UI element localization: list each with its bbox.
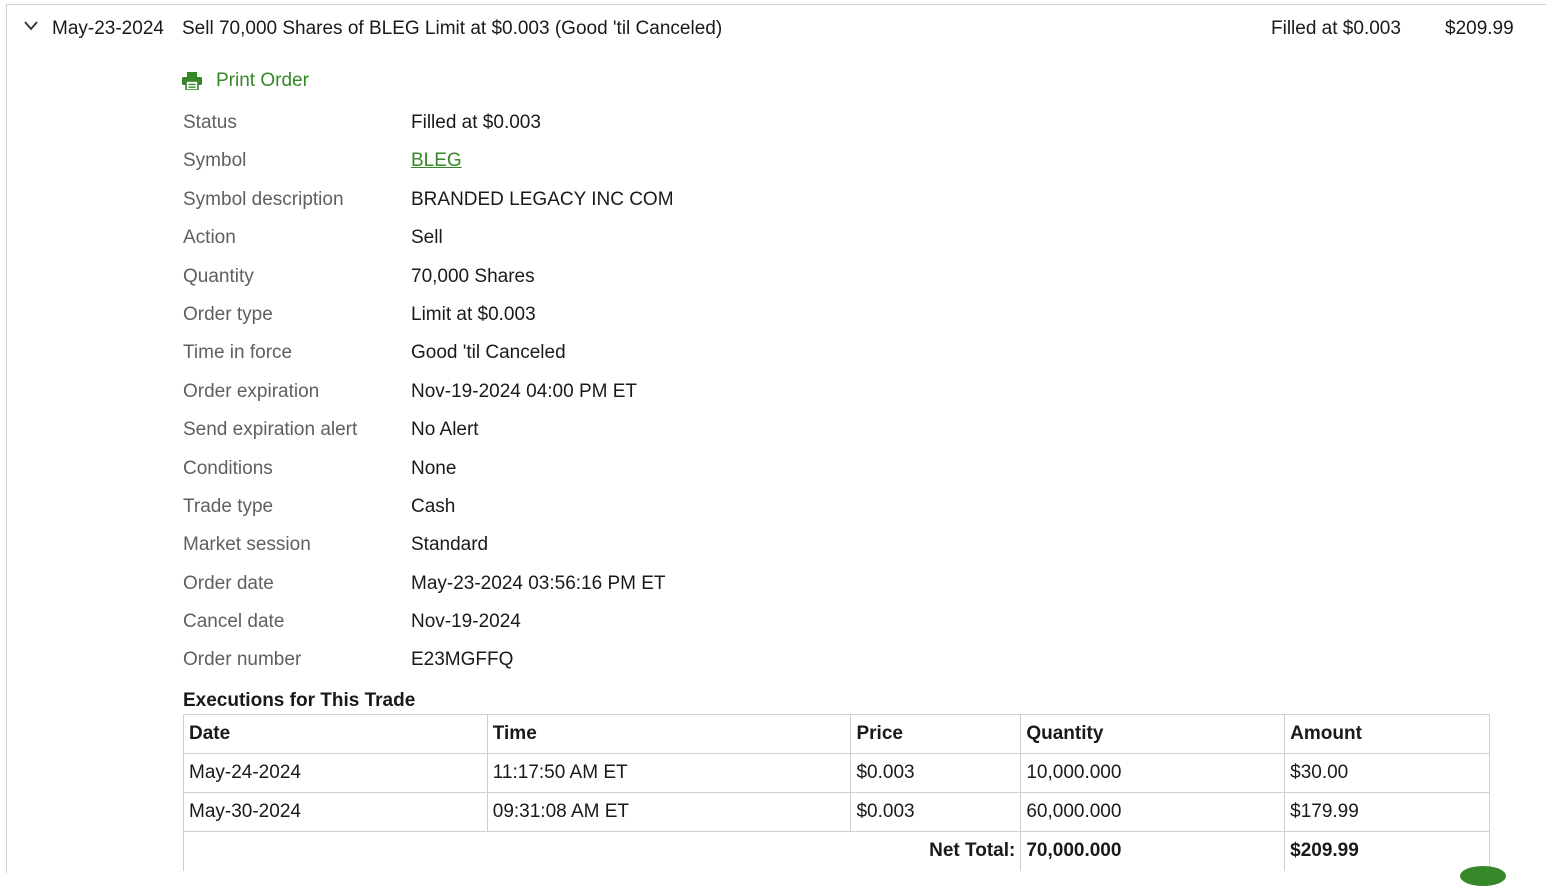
detail-value: 70,000 Shares — [411, 265, 535, 287]
chat-bubble-icon[interactable] — [1460, 866, 1506, 886]
execution-time: 09:31:08 AM ET — [486, 792, 852, 832]
detail-row-order-number: Order number E23MGFFQ — [183, 642, 883, 680]
detail-row-cancel-date: Cancel date Nov-19-2024 — [183, 604, 883, 642]
detail-row-order-type: Order type Limit at $0.003 — [183, 297, 883, 335]
order-details: Status Filled at $0.003 Symbol BLEG Symb… — [183, 105, 883, 681]
detail-value: None — [411, 457, 457, 479]
detail-row-quantity: Quantity 70,000 Shares — [183, 259, 883, 297]
table-row: May-24-2024 11:17:50 AM ET $0.003 10,000… — [183, 753, 1490, 793]
detail-value: BRANDED LEGACY INC COM — [411, 188, 674, 210]
detail-label: Symbol — [183, 150, 247, 172]
detail-row-conditions: Conditions None — [183, 451, 883, 489]
detail-value: Cash — [411, 495, 456, 517]
executions-title: Executions for This Trade — [183, 690, 416, 711]
column-header-time: Time — [486, 714, 852, 754]
detail-value: E23MGFFQ — [411, 649, 514, 671]
column-header-date: Date — [183, 714, 488, 754]
symbol-link[interactable]: BLEG — [411, 150, 462, 172]
order-status-header: Filled at $0.003 — [1271, 18, 1401, 39]
detail-value: Standard — [411, 534, 489, 556]
detail-label: Cancel date — [183, 611, 285, 633]
detail-row-trade-type: Trade type Cash — [183, 489, 883, 527]
detail-row-order-date: Order date May-23-2024 03:56:16 PM ET — [183, 566, 883, 604]
column-header-amount: Amount — [1284, 714, 1490, 754]
detail-label: Order number — [183, 649, 302, 671]
order-description: Sell 70,000 Shares of BLEG Limit at $0.0… — [182, 18, 723, 39]
net-total-label: Net Total: — [182, 831, 1021, 871]
execution-amount: $179.99 — [1284, 792, 1490, 832]
detail-value: Limit at $0.003 — [411, 303, 536, 325]
detail-label: Trade type — [183, 495, 274, 517]
column-header-price: Price — [850, 714, 1022, 754]
detail-label: Order expiration — [183, 380, 320, 402]
detail-row-symbol-description: Symbol description BRANDED LEGACY INC CO… — [183, 182, 883, 220]
execution-amount: $30.00 — [1284, 753, 1490, 793]
print-order-label[interactable]: Print Order — [216, 70, 309, 92]
execution-quantity: 60,000.000 — [1020, 792, 1286, 832]
detail-label: Send expiration alert — [183, 419, 358, 441]
detail-value: Good 'til Canceled — [411, 342, 566, 364]
detail-row-status: Status Filled at $0.003 — [183, 105, 883, 143]
printer-icon — [182, 72, 202, 90]
execution-time: 11:17:50 AM ET — [486, 753, 852, 793]
column-header-quantity: Quantity — [1020, 714, 1286, 754]
execution-date: May-24-2024 — [183, 753, 488, 793]
detail-label: Order date — [183, 572, 274, 594]
table-row: May-30-2024 09:31:08 AM ET $0.003 60,000… — [183, 792, 1490, 832]
table-header-row: Date Time Price Quantity Amount — [183, 714, 1490, 754]
detail-label: Symbol description — [183, 188, 344, 210]
execution-date: May-30-2024 — [183, 792, 488, 832]
order-amount-header: $209.99 — [1445, 18, 1514, 39]
chevron-down-icon[interactable] — [23, 18, 39, 34]
detail-row-market-session: Market session Standard — [183, 527, 883, 565]
order-date-header: May-23-2024 — [52, 18, 164, 39]
order-summary-row[interactable]: May-23-2024 Sell 70,000 Shares of BLEG L… — [7, 5, 1546, 53]
print-order-link[interactable]: Print Order — [182, 70, 309, 92]
net-total-row: Net Total: 70,000.000 $209.99 — [182, 831, 1490, 871]
detail-value: No Alert — [411, 419, 479, 441]
detail-row-time-in-force: Time in force Good 'til Canceled — [183, 335, 883, 373]
detail-label: Quantity — [183, 265, 254, 287]
detail-label: Action — [183, 227, 236, 249]
execution-price: $0.003 — [850, 792, 1022, 832]
detail-label: Market session — [183, 534, 311, 556]
execution-price: $0.003 — [850, 753, 1022, 793]
detail-value: Nov-19-2024 — [411, 611, 521, 633]
detail-row-symbol: Symbol BLEG — [183, 143, 883, 181]
detail-value: Filled at $0.003 — [411, 112, 541, 133]
detail-label: Conditions — [183, 457, 273, 479]
detail-row-send-expiration-alert: Send expiration alert No Alert — [183, 412, 883, 450]
order-panel: May-23-2024 Sell 70,000 Shares of BLEG L… — [6, 4, 1546, 873]
detail-value: May-23-2024 03:56:16 PM ET — [411, 572, 666, 594]
net-total-amount: $209.99 — [1284, 831, 1490, 871]
execution-quantity: 10,000.000 — [1020, 753, 1286, 793]
executions-table: Date Time Price Quantity Amount May-24-2… — [182, 714, 1490, 871]
net-total-quantity: 70,000.000 — [1020, 831, 1286, 871]
detail-row-action: Action Sell — [183, 220, 883, 258]
detail-label: Status — [183, 112, 237, 133]
detail-label: Time in force — [183, 342, 293, 364]
detail-value: Sell — [411, 227, 443, 249]
detail-label: Order type — [183, 303, 273, 325]
detail-value: Nov-19-2024 04:00 PM ET — [411, 380, 638, 402]
detail-row-order-expiration: Order expiration Nov-19-2024 04:00 PM ET — [183, 374, 883, 412]
